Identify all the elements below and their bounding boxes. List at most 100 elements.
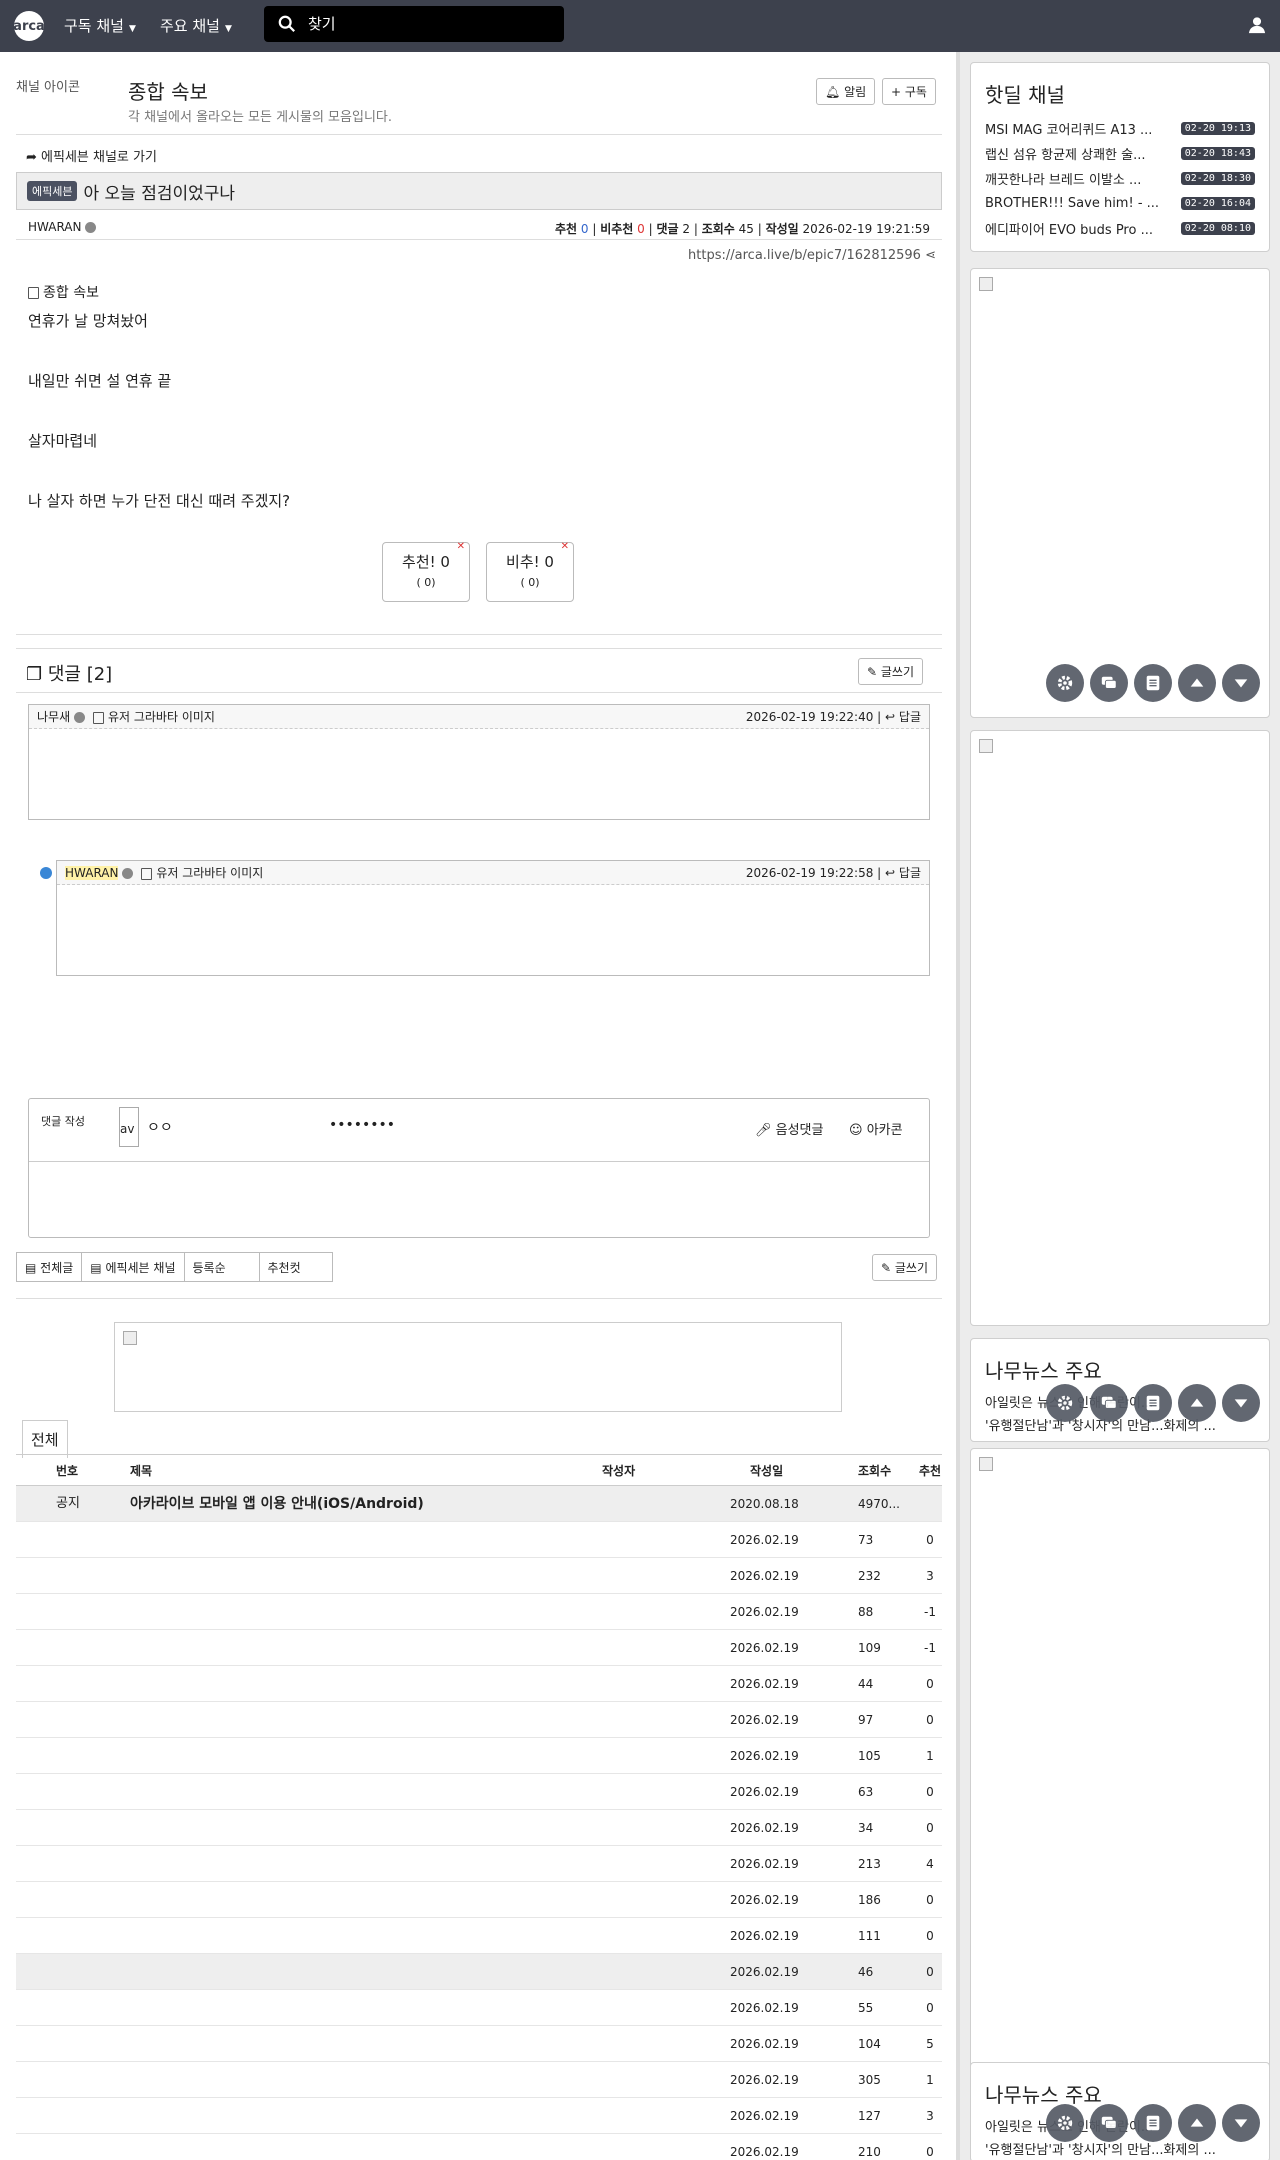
row-recommend: 0 bbox=[926, 2001, 934, 2015]
divider bbox=[16, 648, 942, 649]
edit-icon: ✎ bbox=[867, 665, 881, 679]
table-row[interactable]: AI 채팅일반아오 시발 왜 성별 바꿨다고 심드렁쿨찐개지랄이야 ... [3… bbox=[16, 1738, 942, 1774]
subscribed-channels-menu[interactable]: 구독 채널 ▼ bbox=[64, 0, 136, 52]
tab-list-all[interactable]: 전체 bbox=[22, 1420, 68, 1458]
voice-comment-button[interactable]: 🎤︎ 음성댓글 bbox=[755, 1119, 823, 1138]
hotdeal-title[interactable]: 핫딜 채널 bbox=[971, 63, 1269, 116]
password-field[interactable]: •••••••• bbox=[329, 1117, 395, 1133]
broken-image-icon bbox=[123, 1331, 137, 1345]
subscribe-button[interactable]: + 구독 bbox=[882, 78, 936, 105]
scroll-up-button[interactable] bbox=[1178, 1384, 1216, 1422]
table-row[interactable]: 이터널 리턴알렉스랑 에이든은 멋있는 스킨 받았는데 유스티나 흔... [4… bbox=[16, 1918, 942, 1954]
list-button[interactable] bbox=[1134, 1384, 1172, 1422]
table-row[interactable]: 던전앤파이터신에게 힘을 달라고 했더니, 힘을 주지 않고 어려... [10… bbox=[16, 2098, 942, 2134]
comment-author[interactable]: 나무새 bbox=[37, 710, 70, 724]
hotdeal-item[interactable]: 깨끗한나라 브레드 이발소 ... 02-20 18:30 bbox=[971, 166, 1269, 191]
article-author[interactable]: HWARAN bbox=[28, 220, 97, 234]
ad-box[interactable] bbox=[970, 268, 1270, 718]
search-input[interactable]: 찾기 bbox=[264, 6, 564, 42]
hotdeal-item[interactable]: BROTHER!!! Save him! - ... 02-20 16:04 bbox=[971, 191, 1269, 216]
site-logo[interactable]: arca bbox=[13, 11, 45, 41]
reply-button[interactable]: ↩ 답글 bbox=[885, 866, 921, 880]
hotdeal-item[interactable]: 에디파이어 EVO buds Pro ... 02-20 08:10 bbox=[971, 216, 1269, 241]
table-row[interactable]: 붕괴 스타레일근데 아이 만드려면 다리 밑에서 주워오면 된다고 하잖?...… bbox=[16, 1810, 942, 1846]
table-row[interactable]: 브라운더스트2아니 시발 길드원 추방이 안되는데 [25]히이로3돌마...2… bbox=[16, 2134, 942, 2160]
scroll-up-button[interactable] bbox=[1178, 664, 1216, 702]
scroll-up-button[interactable] bbox=[1178, 2104, 1216, 2142]
comments-button[interactable] bbox=[1090, 2104, 1128, 2142]
comment-author[interactable]: HWARAN bbox=[65, 866, 119, 880]
table-row[interactable]: 명일방주내일 엄마 아빠 둘이 외출한대 [6]사박이2026.02.19109… bbox=[16, 1630, 942, 1666]
row-date: 2026.02.19 bbox=[730, 1677, 799, 1691]
user-icon[interactable] bbox=[1248, 16, 1266, 34]
row-views: 63 bbox=[858, 1785, 874, 1799]
settings-button[interactable] bbox=[1046, 2104, 1084, 2142]
settings-button[interactable] bbox=[1046, 664, 1084, 702]
goto-channel-link[interactable]: ➦ 에픽세븐 채널로 가기 bbox=[26, 146, 157, 165]
scroll-down-button[interactable] bbox=[1222, 2104, 1260, 2142]
table-row[interactable]: 로스트아크근데 가끔 콘으로 보이는 저 귀없는 고양이는 뭐냐 [5]블랙맨2… bbox=[16, 1774, 942, 1810]
write-comment-button[interactable]: ✎ 글쓰기 bbox=[858, 658, 923, 685]
reply-button[interactable]: ↩ 답글 bbox=[885, 710, 921, 724]
notice-row[interactable]: 공지 아카라이브 모바일 앱 이용 안내(iOS/Android) *☆☆ 20… bbox=[16, 1486, 942, 1522]
table-row[interactable]: AI 채팅일반자 확실히 잼삼일이 뭔지 보여준다 [9]해골에칼이랑...20… bbox=[16, 1846, 942, 1882]
row-views: 97 bbox=[858, 1713, 874, 1727]
table-row[interactable]: 로보토미 코퍼레이션단전에 힘 빡주고 [8]ㅗ개ㅣ☆2026.02.19550 bbox=[16, 1990, 942, 2026]
row-views: 111 bbox=[858, 1929, 881, 1943]
row-recommend: 0 bbox=[926, 1929, 934, 1943]
table-row[interactable]: 리그 오브 레전드대회🏆???: ㅌㅊㅇ ㅈㅈ [2]자고싶다2026.02.1… bbox=[16, 2026, 942, 2062]
avatar-image-icon bbox=[141, 867, 153, 880]
scroll-down-button[interactable] bbox=[1222, 1384, 1260, 1422]
list-button[interactable] bbox=[1134, 664, 1172, 702]
article-line: 연휴가 날 망쳐놨어 bbox=[28, 312, 148, 330]
settings-button[interactable] bbox=[1046, 1384, 1084, 1422]
gear-icon bbox=[1057, 2115, 1073, 2131]
table-row[interactable]: 명일방주 엔드필드엔드필드 공식 업데이트 날짜는 없음? [4]페이즈2026… bbox=[16, 1594, 942, 1630]
major-channels-menu[interactable]: 주요 채널 ▼ bbox=[160, 0, 232, 52]
hotdeal-title: 에디파이어 EVO buds Pro ... bbox=[985, 223, 1153, 238]
broken-image-icon bbox=[979, 277, 993, 291]
name-field[interactable]: ㅇㅇ bbox=[147, 1117, 173, 1137]
row-views: 44 bbox=[858, 1677, 874, 1691]
tab-all-posts[interactable]: ▤ 전체글 bbox=[16, 1252, 83, 1282]
table-row[interactable]: 트릭컬 RE:VIVE짤Ai) 디아나:(혼잡) [8]치즈볼2026.02.1… bbox=[16, 1558, 942, 1594]
table-row[interactable]: 붕괴 스타레일짤염장 지르는 반디 크림팔빵2026.02.193051 bbox=[16, 2062, 942, 2098]
hotdeal-item[interactable]: MSI MAG 코어리퀴드 A13 ... 02-20 19:13 bbox=[971, 116, 1269, 141]
arcacon-button[interactable]: ☺ 아카콘 bbox=[849, 1119, 903, 1138]
comments-button[interactable] bbox=[1090, 1384, 1128, 1422]
smile-icon: ☺ bbox=[849, 1123, 867, 1138]
ad-banner[interactable] bbox=[114, 1322, 842, 1412]
downvote-button[interactable]: ✕ 비추! 0( 0) bbox=[486, 541, 574, 602]
divider bbox=[16, 1298, 942, 1299]
row-views: 105 bbox=[858, 1749, 881, 1763]
triangle-down-icon bbox=[1234, 2119, 1248, 2128]
tab-channel[interactable]: ▤ 에픽세븐 채널 bbox=[81, 1252, 185, 1282]
caret-down-icon: ▼ bbox=[128, 24, 136, 34]
row-recommend: 1 bbox=[926, 2073, 934, 2087]
upvote-button[interactable]: ✕ 추천! 0( 0) bbox=[382, 541, 470, 602]
ad-box[interactable] bbox=[970, 1448, 1270, 2108]
row-recommend: 0 bbox=[926, 1785, 934, 1799]
write-post-button[interactable]: ✎ 글쓰기 bbox=[872, 1254, 937, 1281]
comments-button[interactable] bbox=[1090, 664, 1128, 702]
sort-order-select[interactable]: 등록순 bbox=[183, 1252, 260, 1282]
scroll-down-button[interactable] bbox=[1222, 664, 1260, 702]
table-row[interactable]: 홀로라이브의외로 이 앞쪽으로 놔둬도 안이상한거 [2]SssS2026.02… bbox=[16, 1666, 942, 1702]
board-header: 채널 아이콘 종합 속보 각 채널에서 올라오는 모든 게시물의 모음입니다. … bbox=[16, 62, 936, 128]
category-tag[interactable]: 에픽세븐 bbox=[27, 181, 78, 201]
ad-box[interactable] bbox=[970, 730, 1270, 1326]
table-row[interactable]: 자동차잡담나는 g70 3.3t 오너 썰중에 그게 제일 웃겼음 [8]ㅇㅇ2… bbox=[16, 1882, 942, 1918]
table-row[interactable]: 겐레스 존 제로질ㆍ문카페에서 이건 안 파는건가 wmfrla2026.02.… bbox=[16, 1522, 942, 1558]
top-navbar: arca 구독 채널 ▼ 주요 채널 ▼ 찾기 bbox=[0, 0, 1280, 52]
row-date: 2026.02.19 bbox=[730, 1533, 799, 1547]
notify-button[interactable]: 🔔︎ 알림 bbox=[816, 78, 876, 105]
list-header: 번호 제목 작성자 작성일 조회수 추천 bbox=[16, 1454, 942, 1486]
table-row[interactable]: 에픽세븐아 오늘 점검이었구나 [2]HWARAN2026.02.19460 bbox=[16, 1954, 942, 1990]
list-button[interactable] bbox=[1134, 2104, 1172, 2142]
hotdeal-item[interactable]: 랩신 섬유 항균제 상쾌한 술... 02-20 18:43 bbox=[971, 141, 1269, 166]
best-cut-select[interactable]: 추천컷 bbox=[258, 1252, 333, 1282]
floating-buttons bbox=[1046, 2104, 1260, 2142]
row-views: 73 bbox=[858, 1533, 874, 1547]
table-row[interactable]: 던전앤파이터Ai로 닉네임 + 취미 그려달라하기 [8]고양이튀김2026.0… bbox=[16, 1702, 942, 1738]
article-url[interactable]: https://arca.live/b/epic7/162812596 ⋖ bbox=[688, 248, 936, 263]
